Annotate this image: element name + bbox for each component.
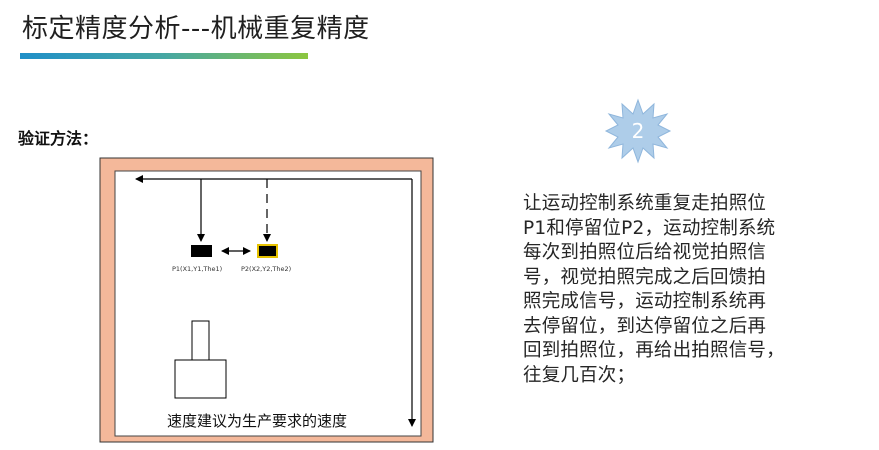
- method-description: 让运动控制系统重复走拍照位 P1和停留位P2，运动控制系统 每次到拍照位后给视觉…: [523, 192, 823, 388]
- speed-note: 速度建议为生产要求的速度: [167, 412, 347, 430]
- description-line: 去停留位，到达停留位之后再: [523, 315, 767, 337]
- description-line: 让运动控制系统重复走拍照位: [523, 193, 767, 214]
- description-line: 回到拍照位，再给出拍照信号，: [523, 340, 785, 361]
- description-line: 每次到拍照位后给视觉拍照信: [523, 242, 767, 263]
- description-line: 往复几百次；: [523, 364, 636, 386]
- p2-camera-block: [257, 244, 278, 258]
- description-line: 照完成信号，运动控制系统再: [523, 291, 767, 312]
- p2-label: P2(X2,Y2,The2): [241, 265, 291, 273]
- description-line: P1和停留位P2，运动控制系统: [523, 217, 776, 239]
- description-line: 号，视觉拍照完成之后回馈拍: [523, 266, 767, 288]
- step-number: 2: [631, 119, 645, 143]
- fixture-base: [174, 359, 227, 399]
- p1-camera-block: [191, 245, 212, 257]
- machine-work-area: [114, 170, 422, 437]
- fixture-post: [191, 320, 210, 361]
- p1-label: P1(X1,Y1,The1): [172, 265, 222, 273]
